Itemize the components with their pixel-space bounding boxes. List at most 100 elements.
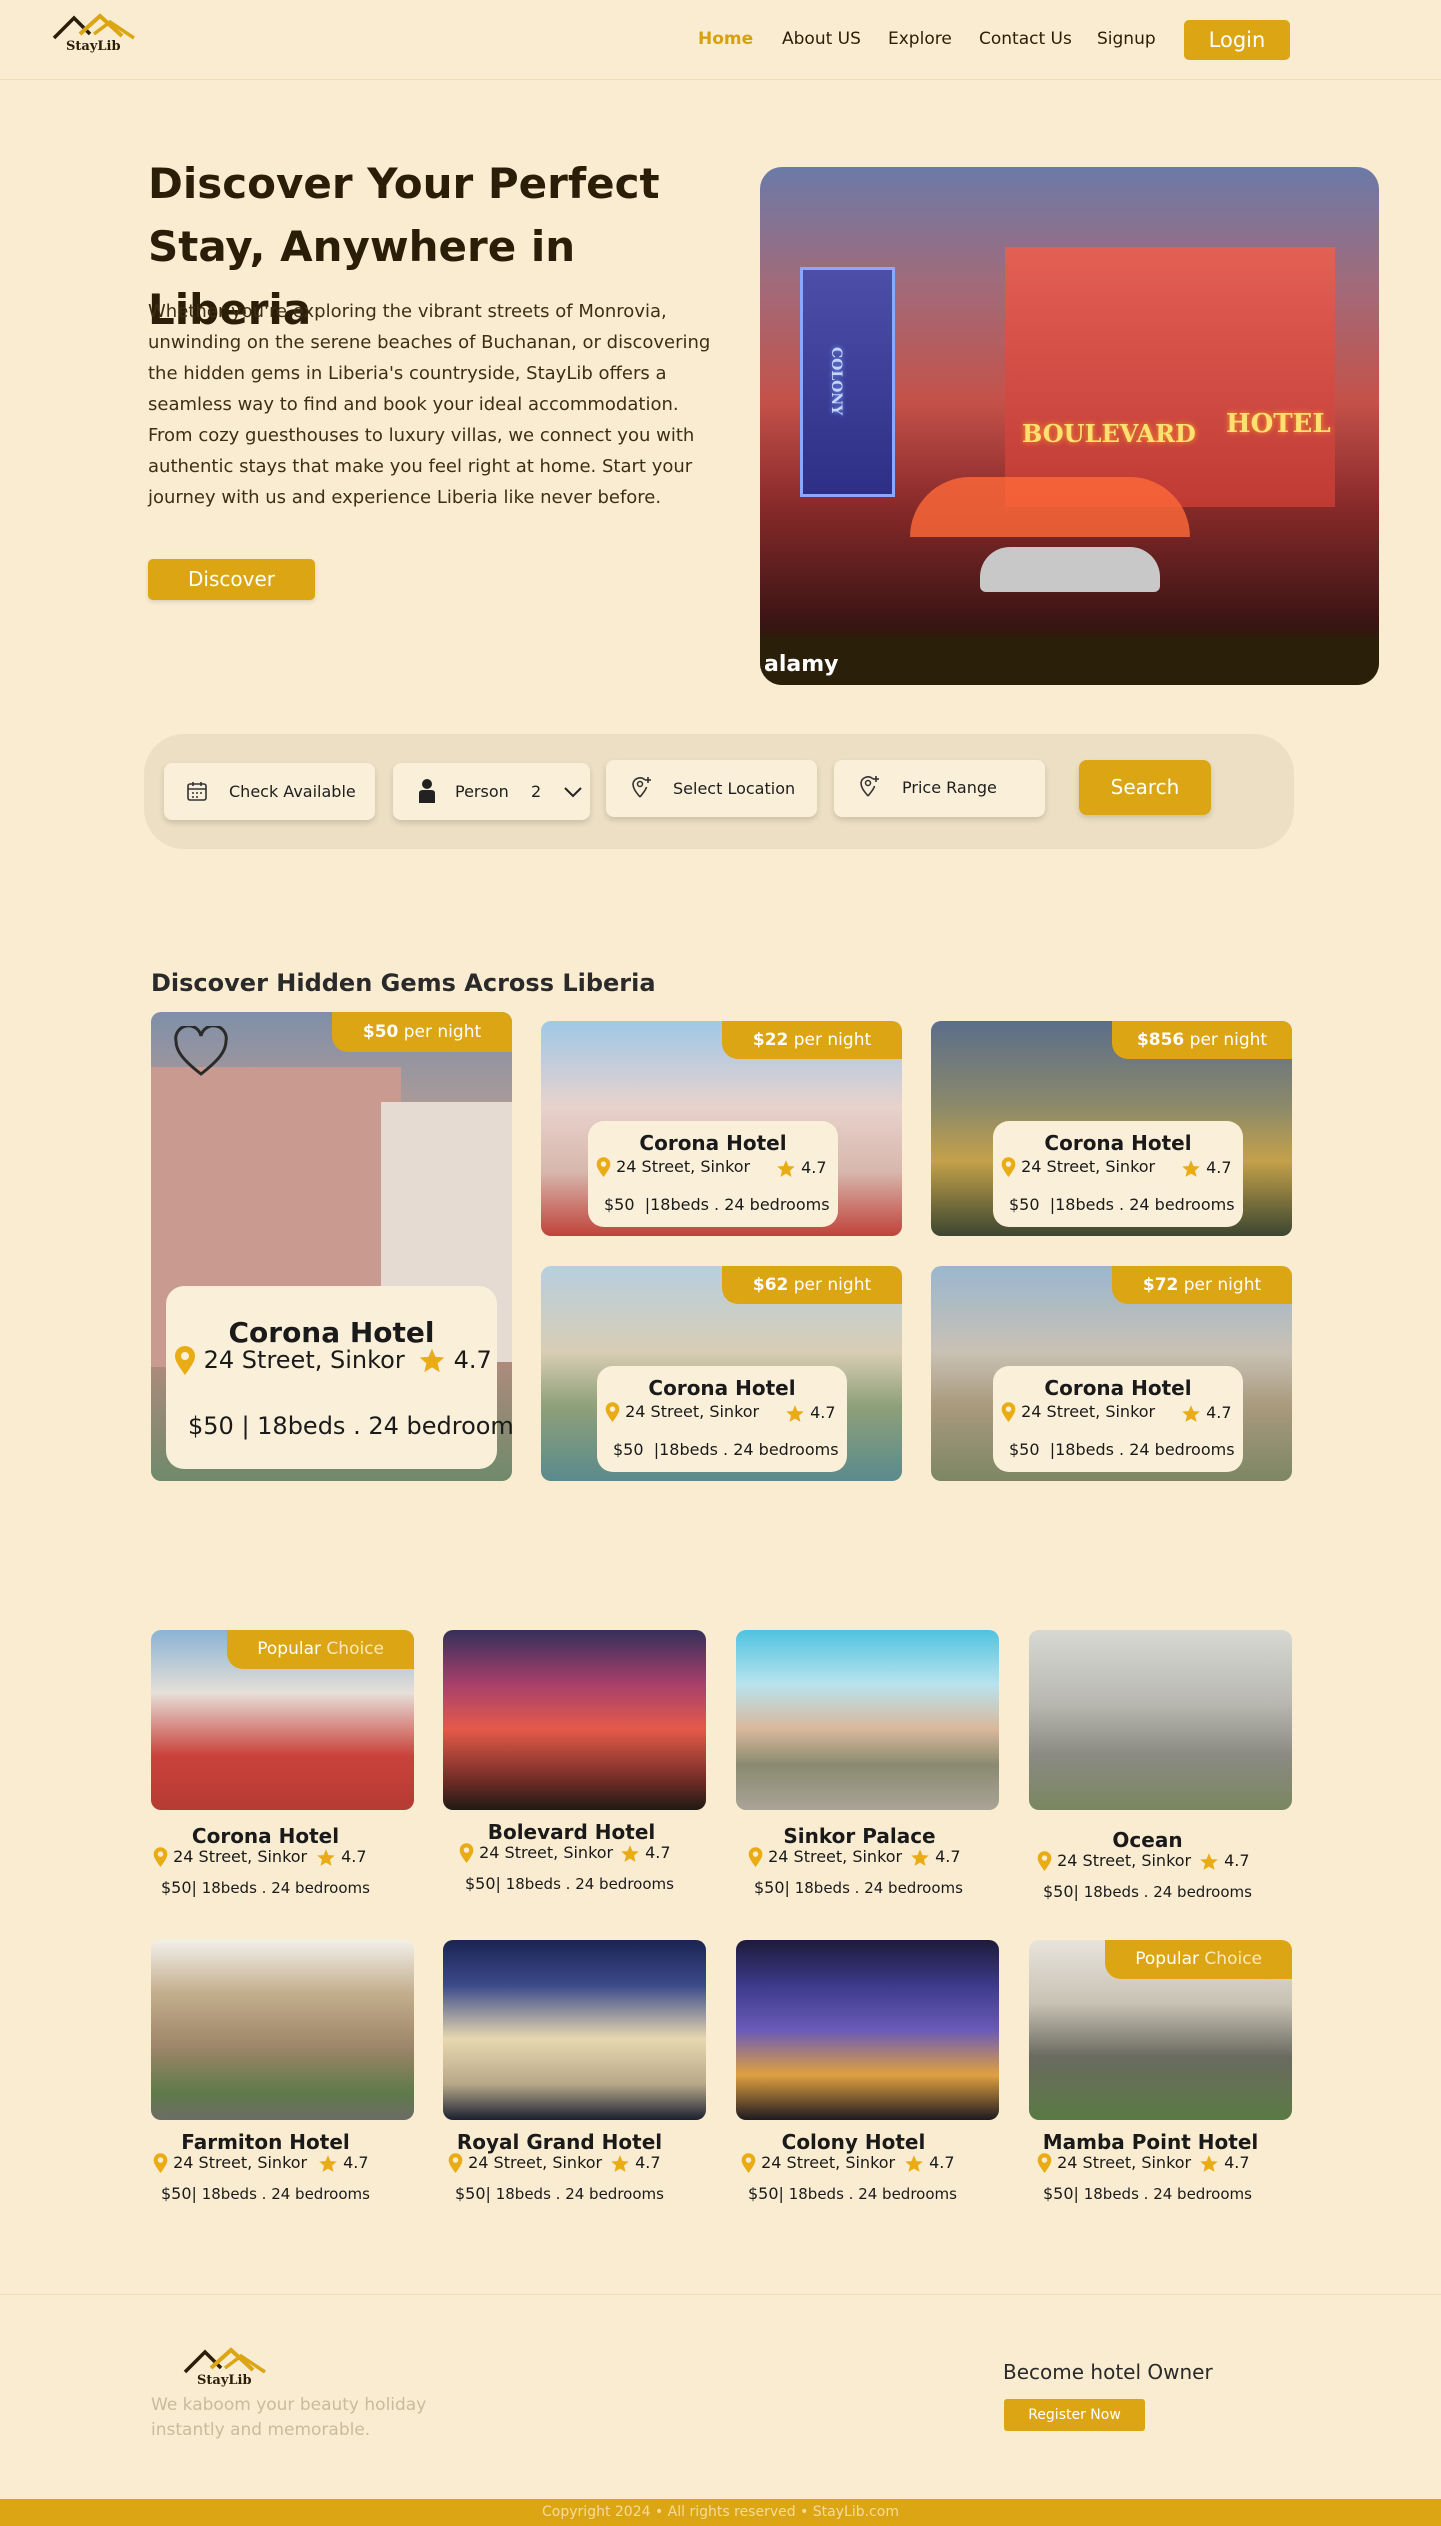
gem-cost: $50 <box>604 1195 635 1214</box>
check-available-field[interactable]: Check Available <box>164 763 375 820</box>
price-range-field[interactable]: Price Range <box>834 760 1045 817</box>
nav-link-about[interactable]: About US <box>782 29 861 49</box>
hotel-name[interactable]: Royal Grand Hotel <box>428 2130 691 2154</box>
hotel-image[interactable] <box>151 1940 414 2120</box>
gem-address-text: 24 Street, Sinkor <box>1021 1157 1156 1176</box>
hotel-name[interactable]: Ocean <box>1016 1828 1279 1852</box>
hero-description: Whether you're exploring the vibrant str… <box>148 301 711 508</box>
gem-cost: $50 <box>613 1440 644 1459</box>
gem-card[interactable]: $856 per night Corona Hotel 24 Street, S… <box>931 1021 1292 1236</box>
price-tag: $22 per night <box>722 1021 902 1059</box>
hotel-address-text: 24 Street, Sinkor <box>1057 1851 1192 1870</box>
badge-word: Popular <box>1135 1949 1200 1969</box>
price-amount: $72 <box>1142 1275 1179 1295</box>
gem-details-text: 18beds . 24 bedrooms <box>1055 1440 1235 1459</box>
hotel-name[interactable]: Sinkor Palace <box>728 1824 991 1848</box>
hotel-name[interactable]: Colony Hotel <box>722 2130 985 2154</box>
nav-link-explore[interactable]: Explore <box>888 29 952 49</box>
gem-rating: 4.7 <box>1181 1158 1232 1179</box>
hero-building-left <box>800 267 895 497</box>
gem-info-card: Corona Hotel 24 Street, Sinkor 4.7 $50 |… <box>166 1286 512 1469</box>
gem-details: $50 |18beds . 24 bedrooms <box>1009 1195 1235 1214</box>
gem-address: 24 Street, Sinkor <box>605 1402 759 1423</box>
hotel-address: 24 Street, Sinkor <box>448 2153 602 2174</box>
price-tag: $856 per night <box>1112 1021 1292 1059</box>
hotel-details: $50| 18beds . 24 bedrooms <box>455 2184 664 2203</box>
gem-rating: 4.7 <box>418 1346 492 1375</box>
person-icon <box>419 779 435 803</box>
footer-logo[interactable]: StayLib <box>183 2346 273 2392</box>
calendar-icon <box>187 782 207 801</box>
person-select[interactable]: Person 2 <box>393 763 590 820</box>
hotel-cost: $50| <box>161 1878 197 1897</box>
hotel-address: 24 Street, Sinkor <box>153 2153 307 2174</box>
hotel-details-text: 18beds . 24 bedrooms <box>201 2185 370 2203</box>
star-icon <box>621 1844 639 1862</box>
hotel-image[interactable] <box>736 1630 999 1810</box>
hotel-image[interactable]: Popular Choice <box>1029 1940 1292 2120</box>
gem-card[interactable]: $72 per night Corona Hotel 24 Street, Si… <box>931 1266 1292 1481</box>
hotel-name[interactable]: Bolevard Hotel <box>440 1820 703 1844</box>
hotel-details: $50| 18beds . 24 bedrooms <box>161 2184 370 2203</box>
select-location-field[interactable]: Select Location <box>606 760 817 817</box>
location-add-icon <box>860 776 879 797</box>
nav-link-signup[interactable]: Signup <box>1097 29 1156 49</box>
price-unit: per night <box>1189 1030 1268 1050</box>
gem-rating-value: 4.7 <box>1206 1403 1232 1422</box>
gem-address-text: 24 Street, Sinkor <box>1021 1402 1156 1421</box>
price-amount: $62 <box>752 1275 789 1295</box>
gem-rating: 4.7 <box>776 1158 827 1179</box>
nav-link-contact[interactable]: Contact Us <box>979 29 1072 49</box>
brand-logo[interactable]: StayLib <box>52 12 142 58</box>
location-pin-icon <box>748 1847 763 1868</box>
location-add-icon <box>632 777 651 798</box>
hotel-name[interactable]: Corona Hotel <box>134 1824 397 1848</box>
gem-address-text: 24 Street, Sinkor <box>625 1402 760 1421</box>
roof-logo-icon <box>52 13 135 40</box>
person-label: Person <box>455 782 509 801</box>
heart-icon[interactable] <box>173 1026 229 1078</box>
hotel-cost: $50| <box>754 1878 790 1897</box>
popular-badge: Popular Choice <box>1105 1940 1292 1979</box>
gem-card-large[interactable]: $50 per night Corona Hotel 24 Street, Si… <box>151 1012 512 1481</box>
gem-rating-value: 4.7 <box>453 1346 492 1374</box>
brand-name: StayLib <box>66 39 121 54</box>
hotel-address-text: 24 Street, Sinkor <box>761 2153 896 2172</box>
star-icon <box>777 1159 795 1177</box>
hotel-image[interactable] <box>736 1940 999 2120</box>
star-icon <box>905 2154 923 2172</box>
hotel-rating-value: 4.7 <box>929 2153 955 2172</box>
hotel-address: 24 Street, Sinkor <box>741 2153 895 2174</box>
hotel-name[interactable]: Farmiton Hotel <box>134 2130 397 2154</box>
chevron-down-icon[interactable] <box>563 786 583 798</box>
hotel-name[interactable]: Mamba Point Hotel <box>1019 2130 1282 2154</box>
hotel-address-text: 24 Street, Sinkor <box>173 1847 308 1866</box>
hero-sign-colony: COLONY <box>828 347 844 416</box>
gem-details: $50 |18beds . 24 bedrooms <box>604 1195 830 1214</box>
gem-info-card: Corona Hotel 24 Street, Sinkor 4.7 $50 |… <box>597 1366 847 1472</box>
hotel-image[interactable] <box>443 1630 706 1810</box>
gem-card[interactable]: $62 per night Corona Hotel 24 Street, Si… <box>541 1266 902 1481</box>
gem-card[interactable]: $22 per night Corona Hotel 24 Street, Si… <box>541 1021 902 1236</box>
nav-link-home[interactable]: Home <box>698 29 753 49</box>
location-pin-icon <box>1037 1851 1052 1872</box>
star-icon <box>1200 2154 1218 2172</box>
gem-address: 24 Street, Sinkor <box>1001 1157 1155 1178</box>
hotel-rating: 4.7 <box>904 2153 955 2174</box>
location-pin-icon <box>448 2153 463 2174</box>
gem-address: 24 Street, Sinkor <box>174 1346 405 1376</box>
login-button[interactable]: Login <box>1184 20 1290 60</box>
hotel-details-text: 18beds . 24 bedrooms <box>495 2185 664 2203</box>
footer-brand-name: StayLib <box>197 2373 252 2388</box>
discover-button[interactable]: Discover <box>148 559 315 600</box>
hotel-image[interactable] <box>1029 1630 1292 1810</box>
hotel-image[interactable] <box>443 1940 706 2120</box>
register-now-button[interactable]: Register Now <box>1004 2399 1145 2431</box>
search-button[interactable]: Search <box>1079 760 1211 815</box>
popular-badge: Popular Choice <box>227 1630 414 1669</box>
hotel-image[interactable]: Popular Choice <box>151 1630 414 1810</box>
gem-name: Corona Hotel <box>648 1376 796 1400</box>
gem-rating-value: 4.7 <box>1206 1158 1232 1177</box>
hotel-details-text: 18beds . 24 bedrooms <box>201 1879 370 1897</box>
badge-word: Popular <box>257 1639 322 1659</box>
